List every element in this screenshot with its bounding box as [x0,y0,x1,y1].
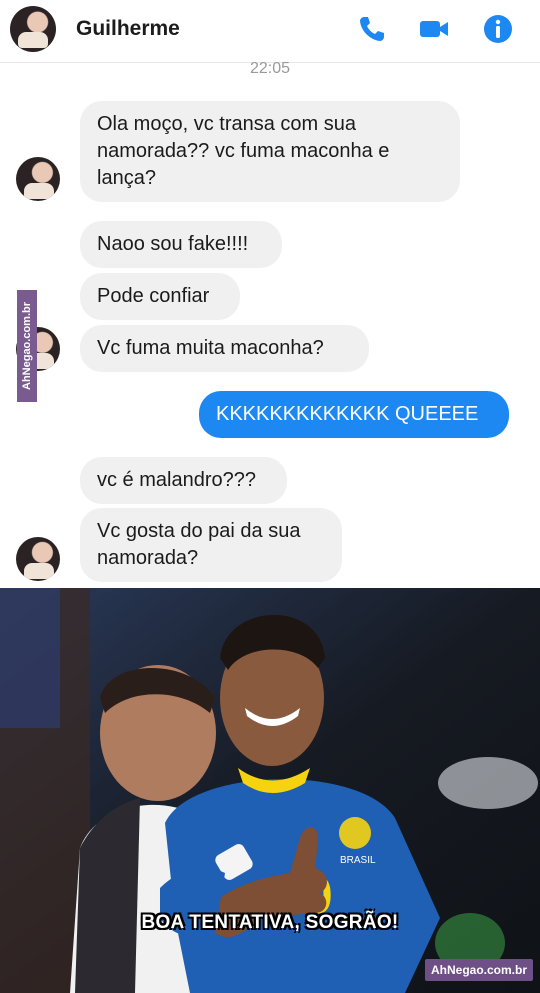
phone-icon[interactable] [356,13,388,45]
info-icon[interactable] [482,13,514,45]
contact-name[interactable]: Guilherme [76,17,180,41]
jersey-text: BRASIL [340,855,376,866]
message-timestamp: 22:05 [249,60,291,77]
watermark-side: AhNegao.com.br [17,290,37,402]
chat-header: Guilherme [0,0,540,63]
message-outgoing[interactable]: KKKKKKKKKKKKK QUEEEE [199,391,509,438]
message-incoming[interactable]: Vc gosta do pai da sua namorada? [80,508,342,582]
contact-avatar[interactable] [10,6,56,52]
sender-avatar[interactable] [16,537,60,581]
message-incoming[interactable]: Vc fuma muita maconha? [80,325,369,372]
watermark-logo: AhNegao.com.br [425,959,533,981]
message-incoming[interactable]: Ola moço, vc transa com sua namorada?? v… [80,101,460,202]
message-incoming[interactable]: Naoo sou fake!!!! [80,221,282,268]
video-call-icon[interactable] [418,13,450,45]
sender-avatar[interactable] [16,157,60,201]
message-incoming[interactable]: vc é malandro??? [80,457,287,504]
message-incoming[interactable]: Pode confiar [80,273,240,320]
meme-caption: BOA TENTATIVA, SOGRÃO! [141,912,399,933]
